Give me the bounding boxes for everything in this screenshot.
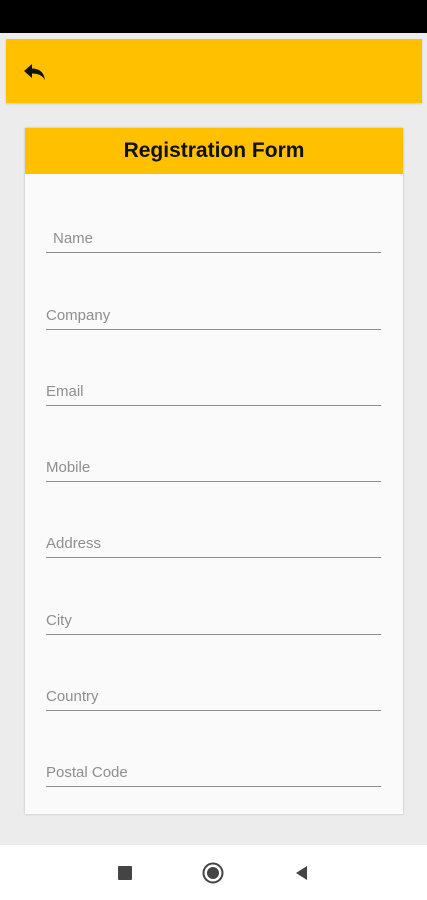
recents-button[interactable] (114, 862, 136, 884)
city-input[interactable] (46, 608, 381, 632)
company-field-container (46, 303, 381, 330)
back-arrow-icon (24, 64, 45, 80)
city-field-container (46, 608, 381, 635)
address-input[interactable] (46, 531, 381, 555)
email-input[interactable] (46, 379, 381, 403)
postal-code-input[interactable] (46, 760, 381, 784)
name-field-container (46, 226, 388, 253)
address-field-container (46, 531, 381, 558)
system-back-button[interactable] (290, 862, 312, 884)
circle-home-icon (202, 862, 224, 884)
status-bar (0, 0, 427, 33)
form-title: Registration Form (25, 128, 403, 174)
name-input[interactable] (46, 226, 388, 250)
home-button[interactable] (202, 862, 224, 884)
registration-card: Registration Form (25, 128, 403, 814)
mobile-input[interactable] (46, 455, 381, 479)
mobile-field-container (46, 455, 381, 482)
postal-code-field-container (46, 760, 381, 787)
back-button[interactable] (20, 57, 50, 87)
country-input[interactable] (46, 684, 381, 708)
square-icon (118, 866, 132, 880)
navigation-bar (0, 845, 427, 900)
company-input[interactable] (46, 303, 381, 327)
triangle-back-icon (296, 866, 307, 880)
email-field-container (46, 379, 381, 406)
country-field-container (46, 684, 381, 711)
app-bar (6, 39, 422, 103)
